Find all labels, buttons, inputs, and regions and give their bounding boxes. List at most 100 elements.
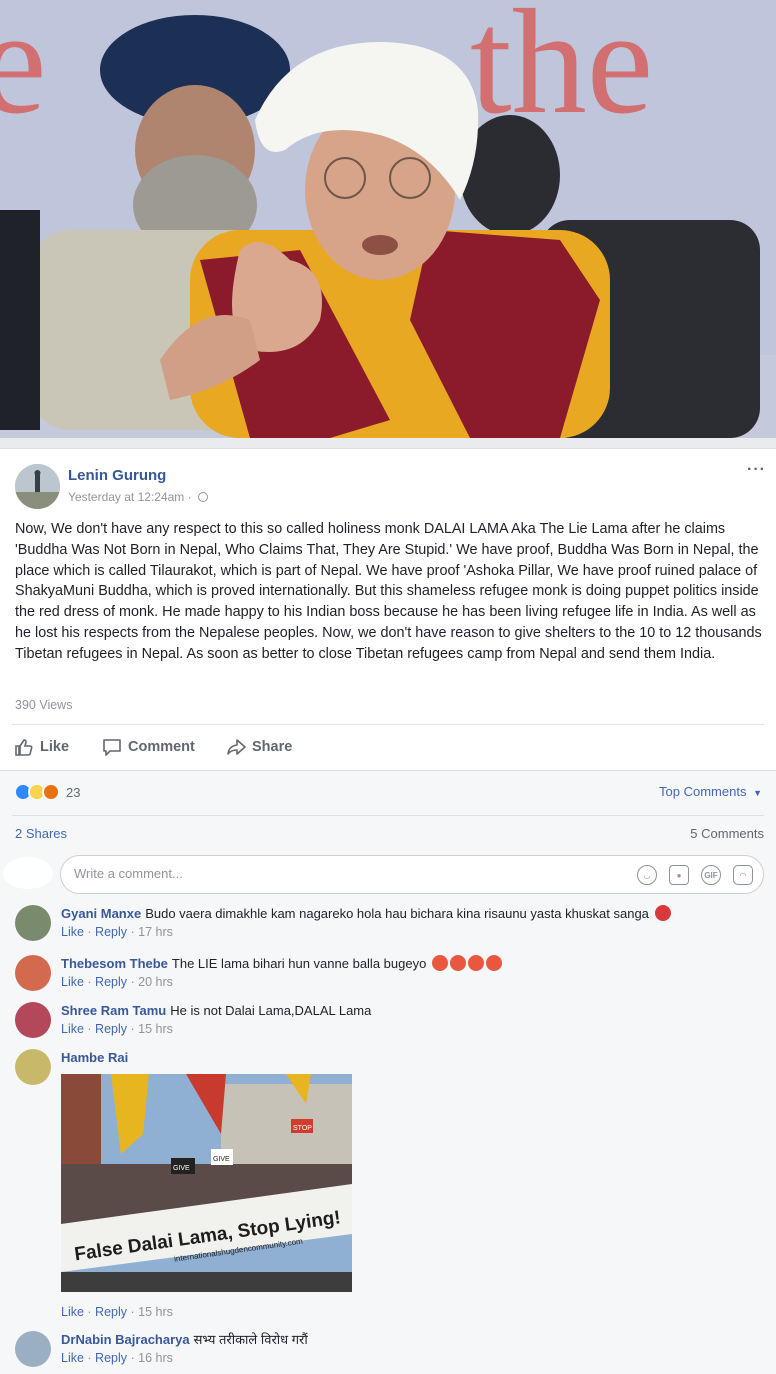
- comment-text: सभ्य तरीकाले विरोध गरौं: [193, 1332, 308, 1347]
- angry-emoji-icon: [485, 955, 502, 971]
- comment-body: Shree Ram Tamu He is not Dalai Lama,DALAL…: [61, 1002, 761, 1019]
- comment-reply-link[interactable]: Reply: [95, 1351, 127, 1365]
- comment-meta: Like · Reply · 20 hrs: [61, 975, 173, 989]
- like-label: Like: [40, 739, 70, 755]
- commenter-name[interactable]: Hambe Rai: [61, 1050, 128, 1065]
- shares-link[interactable]: 2 Shares: [15, 826, 67, 841]
- comment-text: The LIE lama bihari hun vanne balla buge…: [171, 956, 427, 971]
- speech-bubble-icon: [103, 739, 121, 756]
- comment-reply-link[interactable]: Reply: [95, 1022, 127, 1036]
- share-button[interactable]: Share: [226, 732, 292, 762]
- comment-sort-label: Top Comments: [659, 784, 747, 799]
- post-photo[interactable]: e the: [0, 0, 776, 438]
- comment-meta: Like · Reply · 17 hrs: [61, 925, 173, 939]
- comment-body: Gyani Manxe Budo vaera dimakhle kam nagar…: [61, 905, 761, 922]
- post-card: Lenin Gurung Yesterday at 12:24am · ··· …: [0, 448, 776, 1374]
- comment-text: He is not Dalai Lama,DALAL Lama: [170, 1003, 372, 1018]
- comment-time[interactable]: 15 hrs: [138, 1305, 173, 1319]
- comment-label: Comment: [128, 739, 195, 755]
- commenter-avatar[interactable]: [15, 1331, 51, 1367]
- meta-separator: ·: [127, 925, 139, 939]
- share-label: Share: [252, 739, 293, 755]
- meta-separator: ·: [127, 975, 139, 989]
- comment-like-link[interactable]: Like: [61, 1022, 84, 1036]
- comments-count[interactable]: 5 Comments: [690, 826, 764, 841]
- comment-meta: Like · Reply · 15 hrs: [61, 1022, 173, 1036]
- photo-sign: GIVE: [213, 1156, 230, 1163]
- post-timestamp[interactable]: Yesterday at 12:24am ·: [68, 490, 208, 504]
- sticker-icon[interactable]: ◠: [733, 865, 753, 885]
- comment-text: Budo vaera dimakhle kam nagareko hola ha…: [145, 906, 649, 921]
- commenter-name[interactable]: Thebesom Thebe: [61, 956, 168, 971]
- meta-separator: ·: [83, 975, 96, 989]
- comment-meta: Like · Reply · 16 hrs: [61, 1351, 173, 1365]
- comment-input[interactable]: Write a comment... ◡ ● GIF ◠: [60, 855, 764, 894]
- meta-separator: ·: [83, 925, 96, 939]
- meta-separator: ·: [127, 1351, 139, 1365]
- commenter-avatar[interactable]: [15, 905, 51, 941]
- comment-photo[interactable]: GIVE STOP GIVE False Dalai Lama, Stop Ly…: [61, 1074, 352, 1292]
- comment-button[interactable]: Comment: [102, 732, 195, 762]
- caret-down-icon: ▼: [753, 788, 762, 798]
- post-separator: ·: [187, 490, 192, 504]
- commenter-avatar[interactable]: [15, 1002, 51, 1038]
- comment-time[interactable]: 15 hrs: [138, 1022, 173, 1036]
- more-options-icon[interactable]: ···: [747, 461, 766, 479]
- commenter-avatar[interactable]: [15, 1049, 51, 1085]
- devil-emoji-icon: [654, 905, 671, 921]
- photo-sign: GIVE: [173, 1165, 190, 1172]
- post-author-name[interactable]: Lenin Gurung: [68, 467, 166, 484]
- comment-body: Thebesom Thebe The LIE lama bihari hun va…: [61, 955, 761, 972]
- thumbs-up-icon: [15, 739, 33, 756]
- current-user-avatar: [3, 857, 53, 889]
- camera-icon[interactable]: ●: [669, 865, 689, 885]
- avatar-image: [15, 464, 60, 509]
- angry-emoji-icon: [449, 955, 466, 971]
- commenter-name[interactable]: DrNabin Bajracharya: [61, 1332, 190, 1347]
- photo-sign: STOP: [293, 1125, 312, 1132]
- comment-meta: Like · Reply · 15 hrs: [61, 1305, 173, 1319]
- author-avatar[interactable]: [15, 464, 60, 509]
- commenter-avatar[interactable]: [15, 955, 51, 991]
- photo-illustration: e the: [0, 0, 776, 438]
- comment-reply-link[interactable]: Reply: [95, 925, 127, 939]
- emoji-icon[interactable]: ◡: [637, 865, 657, 885]
- meta-separator: ·: [127, 1305, 139, 1319]
- comment-reply-link[interactable]: Reply: [95, 975, 127, 989]
- divider: [12, 815, 764, 816]
- comment-time[interactable]: 16 hrs: [138, 1351, 173, 1365]
- comment-body: DrNabin Bajracharya सभ्य तरीकाले विरोध गर…: [61, 1331, 761, 1348]
- comment-body: Hambe Rai: [61, 1049, 761, 1066]
- meta-separator: ·: [127, 1022, 139, 1036]
- comment-time[interactable]: 20 hrs: [138, 975, 173, 989]
- comment-like-link[interactable]: Like: [61, 1305, 84, 1319]
- comment-like-link[interactable]: Like: [61, 1351, 84, 1365]
- protest-photo-illustration: GIVE STOP GIVE False Dalai Lama, Stop Ly…: [61, 1074, 352, 1292]
- post-action-bar: Like Comment Share: [0, 732, 776, 762]
- globe-icon[interactable]: [198, 492, 208, 502]
- comment-input-placeholder: Write a comment...: [74, 866, 183, 881]
- reaction-summary[interactable]: 23: [14, 783, 80, 801]
- comment-time[interactable]: 17 hrs: [138, 925, 173, 939]
- angry-reaction-icon: [42, 783, 60, 801]
- divider: [12, 724, 764, 725]
- comment-input-tools: ◡ ● GIF ◠: [637, 865, 753, 885]
- comments-section: 23 Top Comments ▼ 2 Shares 5 Comments Wr…: [0, 770, 776, 1374]
- comment-sort-dropdown[interactable]: Top Comments ▼: [659, 784, 762, 799]
- gif-icon[interactable]: GIF: [701, 865, 721, 885]
- like-button[interactable]: Like: [14, 732, 69, 762]
- angry-emoji-icon: [467, 955, 484, 971]
- view-count: 390 Views: [15, 698, 73, 712]
- comment-reply-link[interactable]: Reply: [95, 1305, 127, 1319]
- post-time-text[interactable]: Yesterday at 12:24am: [68, 490, 184, 504]
- meta-separator: ·: [83, 1351, 96, 1365]
- angry-emoji-icon: [431, 955, 448, 971]
- comment-like-link[interactable]: Like: [61, 975, 84, 989]
- commenter-name[interactable]: Shree Ram Tamu: [61, 1003, 166, 1018]
- share-arrow-icon: [227, 739, 246, 755]
- commenter-name[interactable]: Gyani Manxe: [61, 906, 141, 921]
- comment-like-link[interactable]: Like: [61, 925, 84, 939]
- post-text: Now, We don't have any respect to this s…: [15, 521, 762, 662]
- hero-bg-letter: e: [0, 0, 47, 145]
- meta-separator: ·: [83, 1305, 96, 1319]
